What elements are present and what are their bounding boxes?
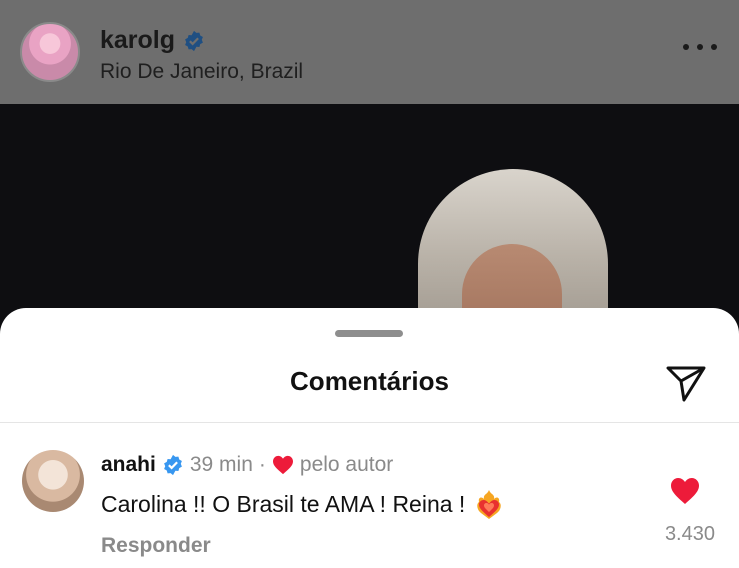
post-location[interactable]: Rio De Janeiro, Brazil <box>100 60 303 84</box>
post-header: karolg Rio De Janeiro, Brazil <box>0 0 739 104</box>
liked-by-author-label: pelo autor <box>299 453 394 476</box>
like-count: 3.430 <box>664 523 715 545</box>
comment-meta: anahi 39 min · pelo autor <box>101 453 393 477</box>
heart-on-fire-icon <box>477 490 502 519</box>
verified-badge-icon <box>185 30 203 51</box>
author-liked-heart-icon <box>272 455 293 475</box>
comment-body: Carolina !! O Brasil te AMA ! Reina ! <box>101 490 466 517</box>
heart-icon[interactable] <box>669 476 701 506</box>
sheet-grabber[interactable] <box>335 330 403 337</box>
send-icon[interactable] <box>664 360 708 404</box>
verified-badge-icon <box>163 454 182 476</box>
post-author[interactable]: karolg <box>100 26 205 55</box>
comment-text: Carolina !! O Brasil te AMA ! Reina ! <box>101 488 505 520</box>
meta-separator: · <box>258 453 266 476</box>
post-username[interactable]: karolg <box>100 26 175 55</box>
post-author-avatar[interactable] <box>20 22 80 82</box>
reply-button[interactable]: Responder <box>101 534 211 558</box>
more-options-icon[interactable] <box>683 40 717 54</box>
divider <box>0 422 739 423</box>
comments-sheet: Comentários anahi 39 min · pelo autor Ca… <box>0 308 739 568</box>
comment-time: 39 min <box>189 453 253 476</box>
commenter-username[interactable]: anahi <box>101 453 156 477</box>
commenter-avatar[interactable] <box>22 450 84 512</box>
sheet-title: Comentários <box>290 366 449 396</box>
